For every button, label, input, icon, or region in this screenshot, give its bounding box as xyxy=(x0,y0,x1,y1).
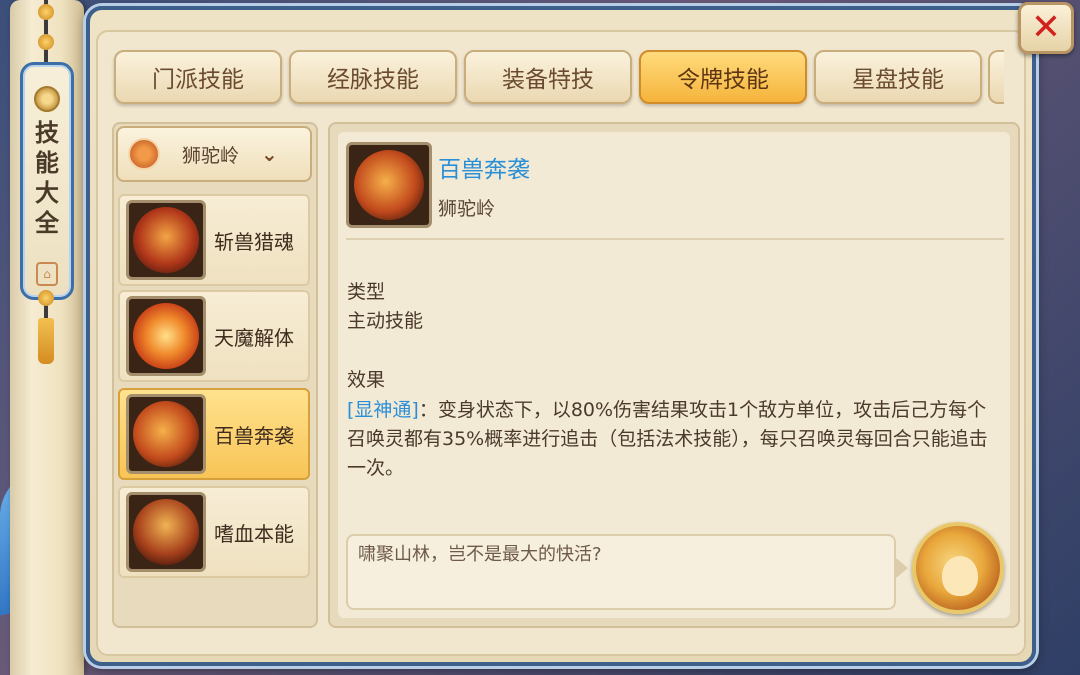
knot-decoration xyxy=(38,34,54,50)
tab-school-skills[interactable]: 门派技能 xyxy=(114,50,282,104)
chevron-down-icon: ⌄ xyxy=(261,142,278,166)
window-title: 技能大全 xyxy=(35,118,59,237)
tab-overflow-edge[interactable] xyxy=(988,50,1004,104)
tab-label: 装备特技 xyxy=(502,67,594,93)
tab-label: 星盘技能 xyxy=(852,67,944,93)
close-button[interactable]: ✕ xyxy=(1018,2,1074,54)
skill-title: 百兽奔袭 xyxy=(438,157,530,183)
tab-meridian-skills[interactable]: 经脉技能 xyxy=(289,50,457,104)
beast-slash-icon xyxy=(126,200,206,280)
beast-stampede-icon xyxy=(346,142,432,228)
knot-decoration xyxy=(38,4,54,20)
divider xyxy=(346,238,1004,240)
effect-description: [显神通]：变身状态下，以80%伤害结果攻击1个敌方单位，攻击后己方每个召唤灵都… xyxy=(347,396,993,483)
skill-list-item[interactable]: 斩兽猎魂 xyxy=(118,194,310,286)
school-dropdown[interactable]: 狮驼岭 ⌄ xyxy=(116,126,312,182)
tab-label: 令牌技能 xyxy=(677,67,769,93)
tab-label: 门派技能 xyxy=(152,67,244,93)
tassel-decoration xyxy=(38,318,54,364)
lion-avatar xyxy=(912,522,1004,614)
tab-label: 经脉技能 xyxy=(327,67,419,93)
quote-bubble-tail xyxy=(896,558,908,578)
skill-name: 百兽奔袭 xyxy=(214,423,294,448)
quote-text: 啸聚山林，岂不是最大的快活? xyxy=(358,544,602,565)
lion-face-icon xyxy=(942,556,978,596)
skill-list-item[interactable]: 嗜血本能 xyxy=(118,486,310,578)
demon-release-icon xyxy=(126,296,206,376)
school-dropdown-label: 狮驼岭 xyxy=(182,144,240,167)
skill-list-item[interactable]: 天魔解体 xyxy=(118,290,310,382)
lion-emblem-icon xyxy=(128,138,160,170)
bloodlust-icon xyxy=(126,492,206,572)
skill-school: 狮驼岭 xyxy=(438,198,496,220)
beast-stampede-icon xyxy=(126,394,206,474)
effect-label: 效果 xyxy=(347,369,386,391)
seal-icon: ⌂ xyxy=(36,262,58,286)
tab-star-chart-skills[interactable]: 星盘技能 xyxy=(814,50,982,104)
tab-token-skills[interactable]: 令牌技能 xyxy=(639,50,807,104)
knot-decoration xyxy=(38,290,54,306)
skill-name: 天魔解体 xyxy=(214,325,294,350)
tab-equipment-skills[interactable]: 装备特技 xyxy=(464,50,632,104)
effect-text: ：变身状态下，以80%伤害结果攻击1个敌方单位，攻击后己方每个召唤灵都有35%概… xyxy=(347,399,988,479)
skill-name: 斩兽猎魂 xyxy=(214,229,294,254)
type-label: 类型 xyxy=(347,281,386,303)
skill-name: 嗜血本能 xyxy=(214,521,294,546)
skill-list-item-selected[interactable]: 百兽奔袭 xyxy=(118,388,310,480)
coin-emblem-icon xyxy=(34,86,60,112)
type-value: 主动技能 xyxy=(347,310,424,332)
close-icon: ✕ xyxy=(1030,7,1062,48)
effect-keyword: [显神通] xyxy=(347,399,419,421)
